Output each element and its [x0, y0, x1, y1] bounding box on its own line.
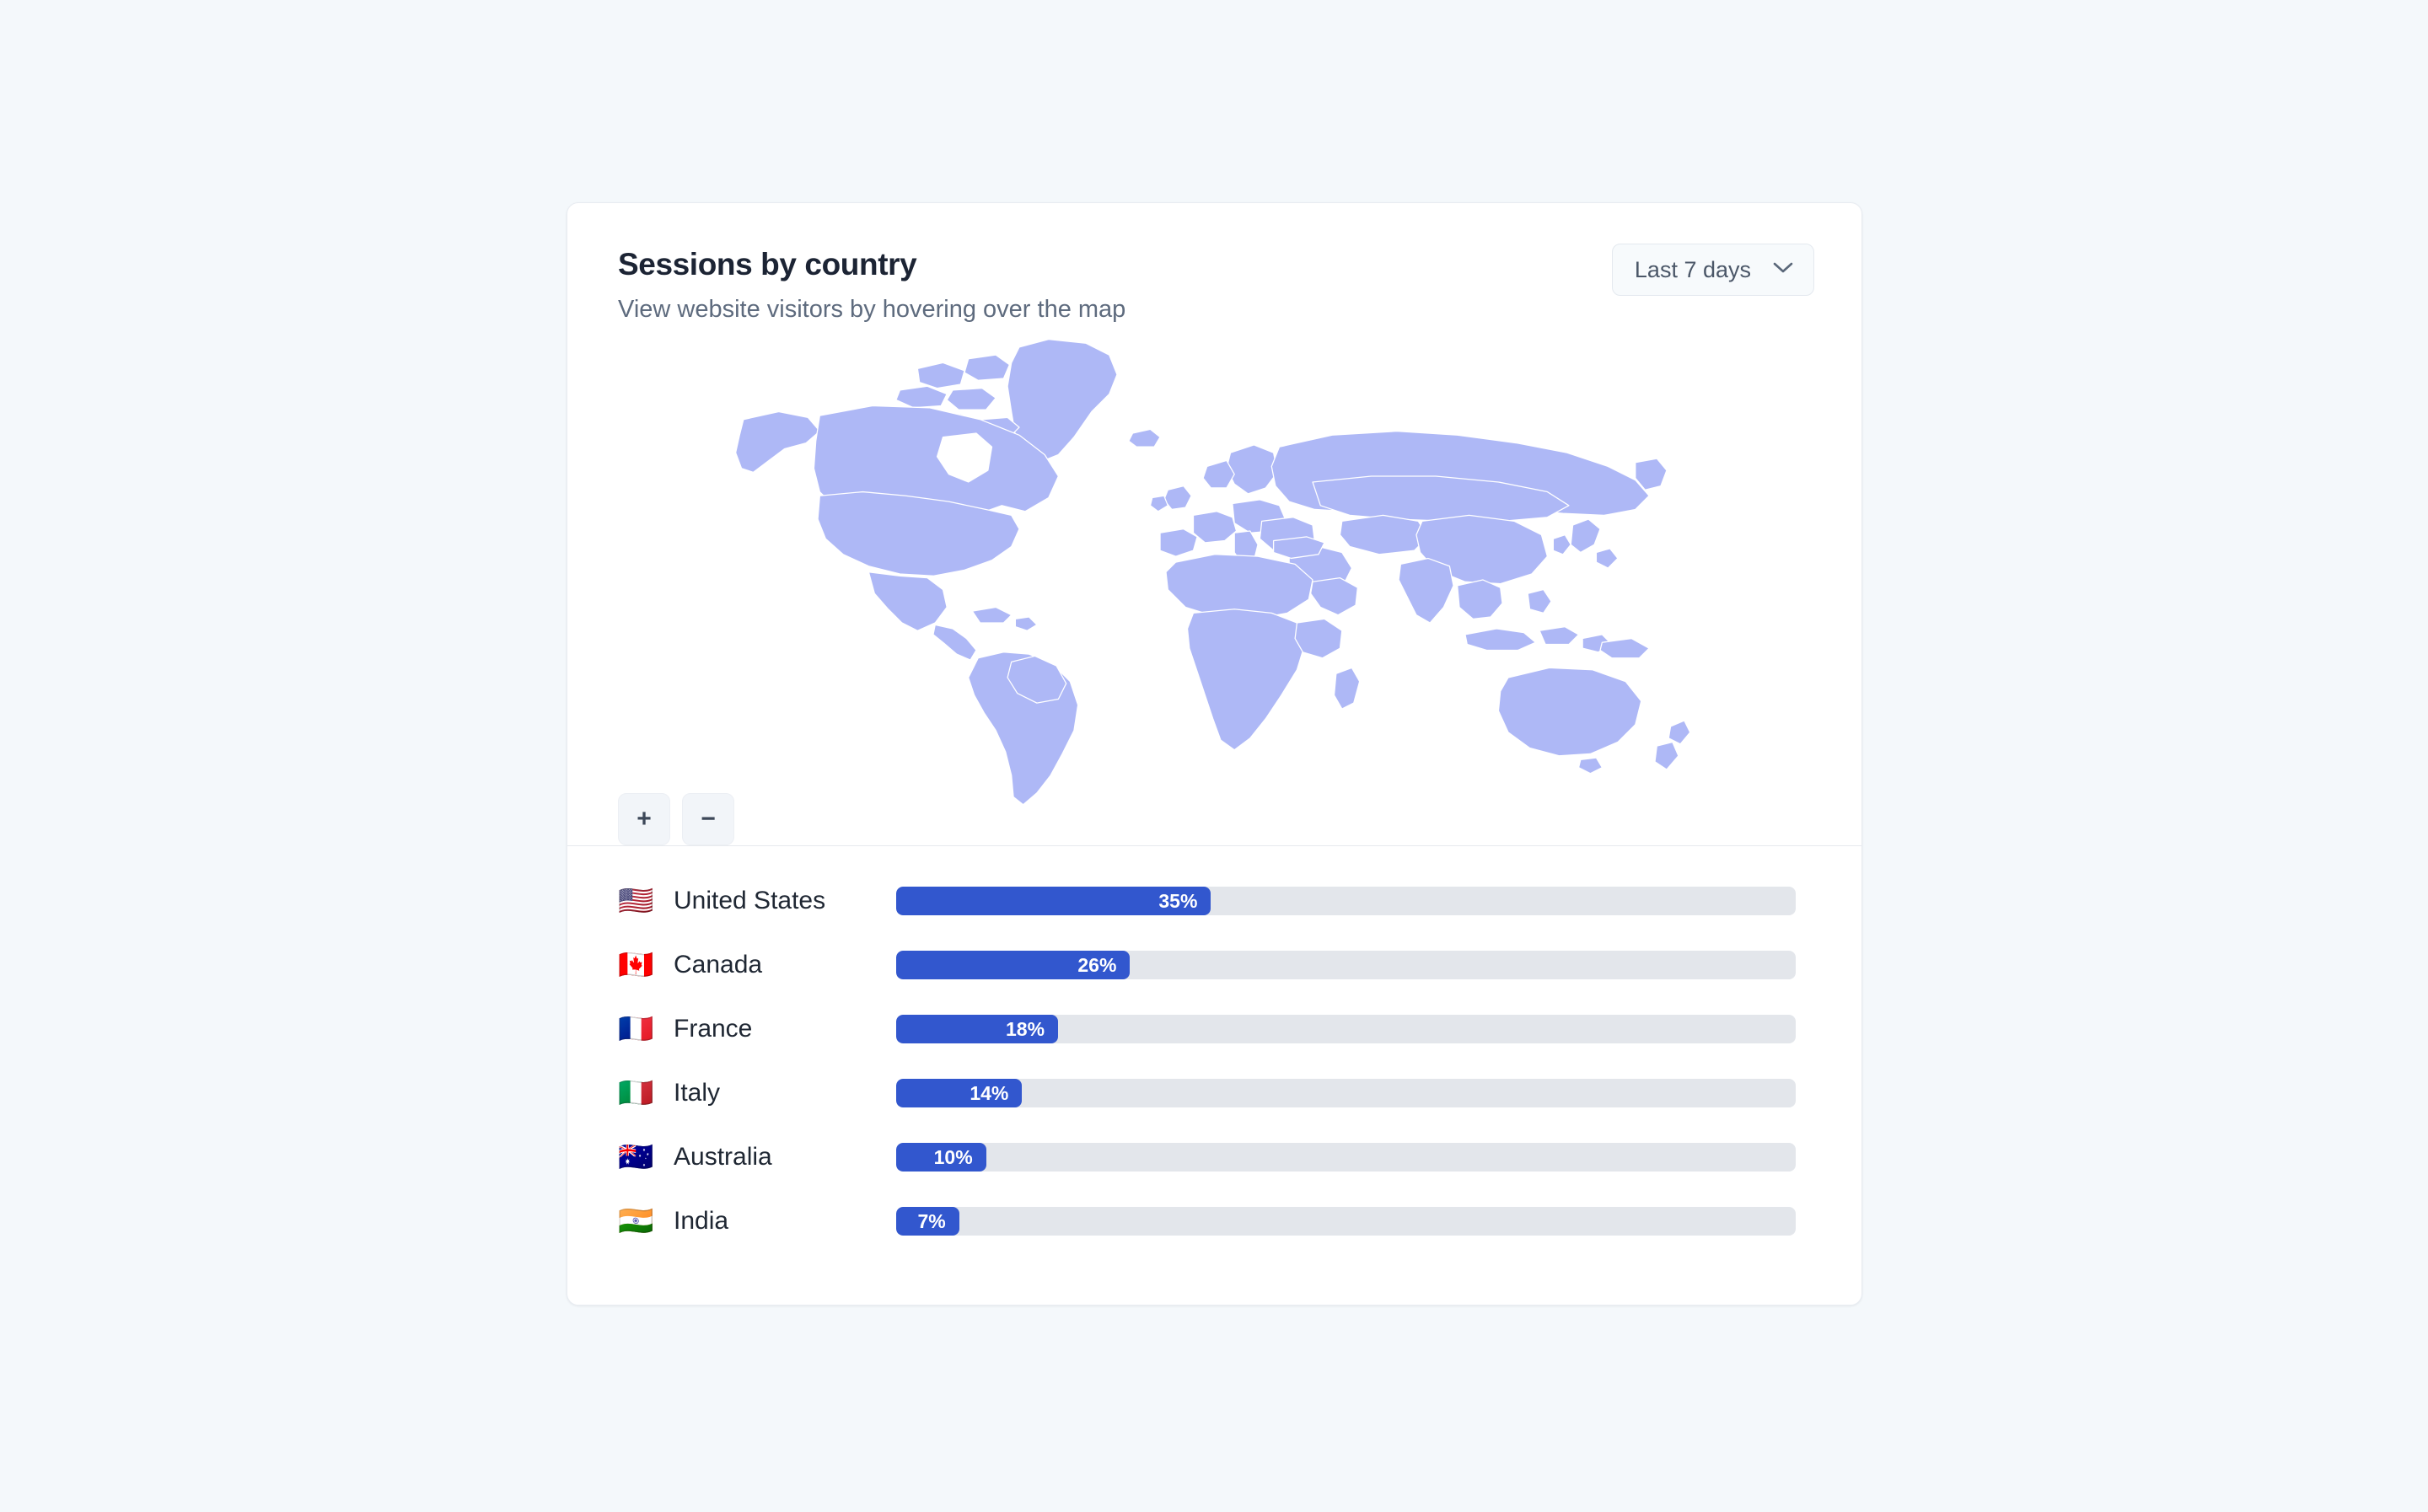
country-row[interactable]: 🇮🇹 Italy 14% — [618, 1061, 1796, 1125]
country-name: United States — [674, 887, 826, 914]
section-divider — [567, 845, 1861, 846]
card-subtitle: View website visitors by hovering over t… — [618, 295, 1126, 323]
country-row[interactable]: 🇮🇳 India 7% — [618, 1189, 1796, 1253]
world-map[interactable] — [567, 330, 1861, 844]
flag-france-icon: 🇫🇷 — [618, 1012, 654, 1046]
world-map-svg[interactable] — [726, 330, 1704, 818]
map-zoom-controls: + − — [618, 793, 734, 845]
progress-track: 7% — [896, 1207, 1796, 1236]
flag-italy-icon: 🇮🇹 — [618, 1076, 654, 1110]
progress-value-label: 26% — [1077, 953, 1117, 976]
flag-australia-icon: 🇦🇺 — [618, 1140, 654, 1174]
progress-value-label: 7% — [917, 1209, 946, 1232]
progress-value-label: 35% — [1158, 889, 1198, 912]
progress-fill: 14% — [896, 1079, 1023, 1107]
country-row[interactable]: 🇦🇺 Australia 10% — [618, 1125, 1796, 1189]
date-range-select[interactable]: Last 7 days — [1611, 244, 1814, 296]
flag-india-icon: 🇮🇳 — [618, 1204, 654, 1238]
progress-fill: 18% — [896, 1015, 1059, 1043]
zoom-out-button[interactable]: − — [682, 793, 734, 845]
progress-value-label: 14% — [970, 1081, 1009, 1104]
minus-icon: − — [701, 805, 716, 833]
progress-track: 10% — [896, 1143, 1796, 1172]
progress-track: 35% — [896, 887, 1796, 915]
country-name: Canada — [674, 951, 763, 979]
page-background: Sessions by country View website visitor… — [0, 0, 2428, 1512]
country-name: France — [674, 1015, 753, 1043]
plus-icon: + — [637, 805, 652, 833]
progress-value-label: 18% — [1006, 1017, 1045, 1040]
country-name: Italy — [674, 1079, 721, 1107]
flag-canada-icon: 🇨🇦 — [618, 948, 654, 982]
progress-fill: 7% — [896, 1207, 959, 1236]
country-name: Australia — [674, 1143, 772, 1171]
chevron-down-icon — [1773, 262, 1793, 278]
progress-value-label: 10% — [933, 1145, 973, 1168]
progress-track: 18% — [896, 1015, 1796, 1043]
country-name: India — [674, 1207, 729, 1235]
country-row[interactable]: 🇫🇷 France 18% — [618, 997, 1796, 1061]
country-row[interactable]: 🇺🇸 United States 35% — [618, 869, 1796, 933]
progress-fill: 10% — [896, 1143, 986, 1172]
sessions-by-country-card: Sessions by country View website visitor… — [567, 202, 1862, 1306]
flag-united-states-icon: 🇺🇸 — [618, 884, 654, 918]
progress-fill: 26% — [896, 951, 1131, 979]
country-list: 🇺🇸 United States 35% 🇨🇦 Canada 26% 🇫🇷 France 18%… — [567, 869, 1861, 1253]
zoom-in-button[interactable]: + — [618, 793, 670, 845]
progress-fill: 35% — [896, 887, 1211, 915]
progress-track: 14% — [896, 1079, 1796, 1107]
progress-track: 26% — [896, 951, 1796, 979]
country-row[interactable]: 🇨🇦 Canada 26% — [618, 933, 1796, 997]
date-range-value: Last 7 days — [1634, 256, 1751, 282]
